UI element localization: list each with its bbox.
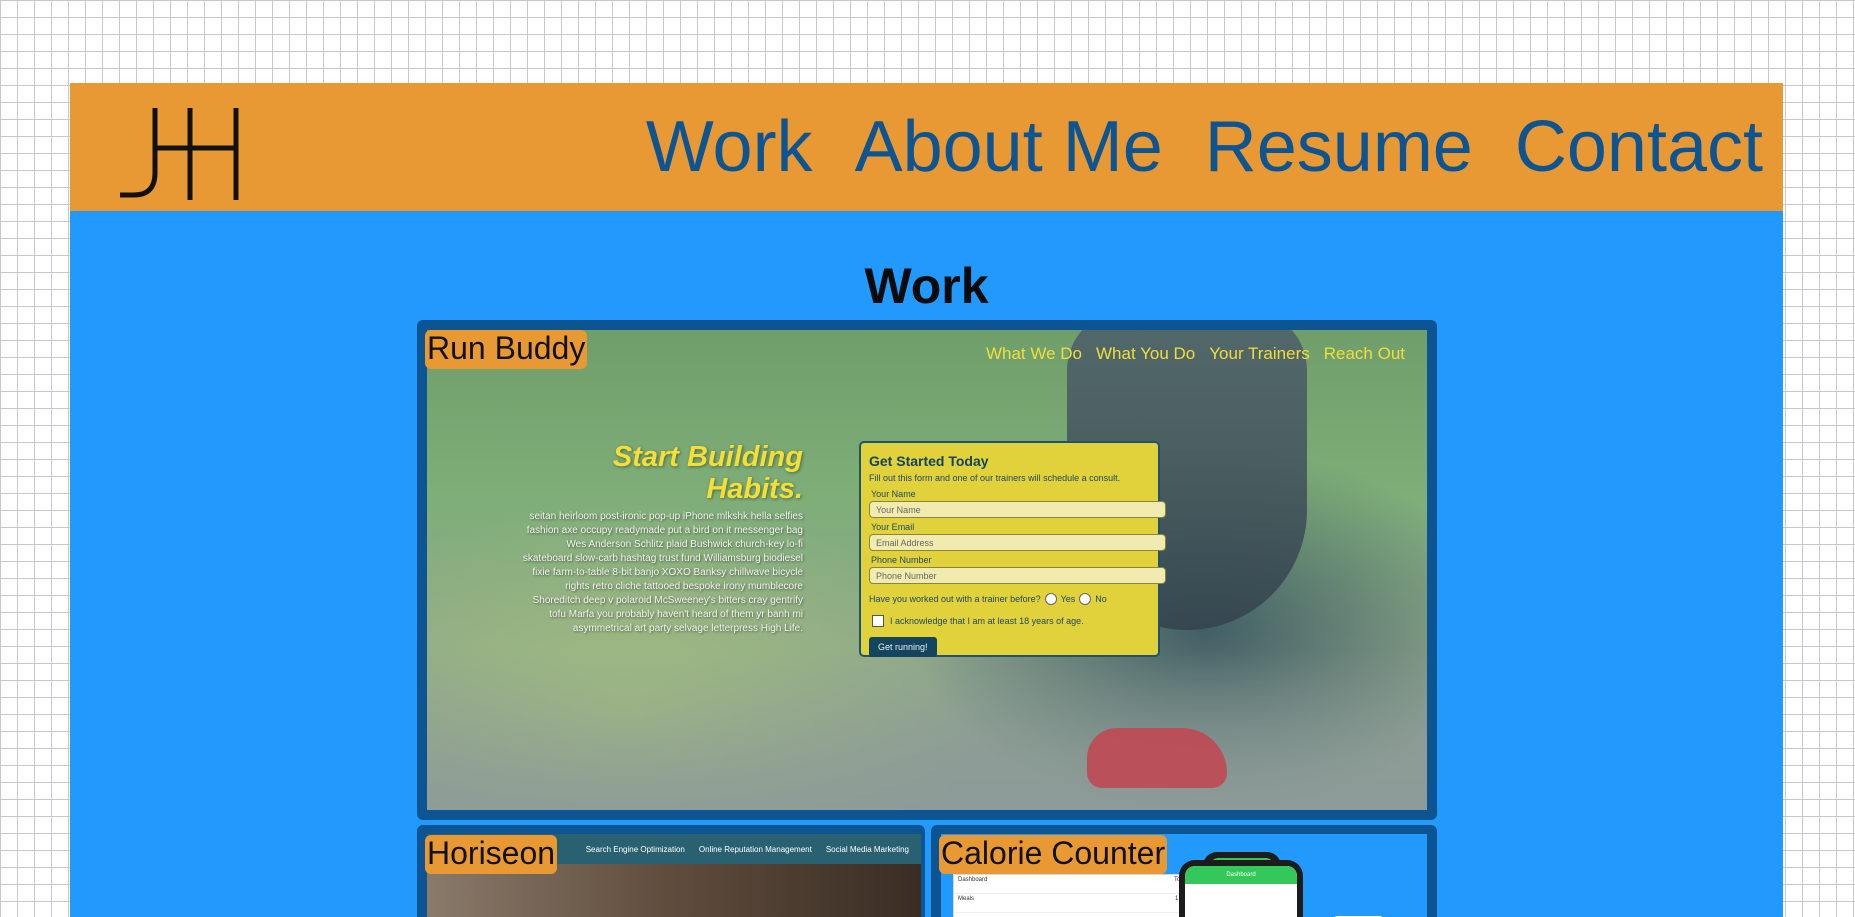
- rb-form-title: Get Started Today: [869, 453, 989, 469]
- run-buddy-nav: What We Do What You Do Your Trainers Rea…: [986, 344, 1405, 364]
- jh-logo-icon[interactable]: [120, 103, 240, 203]
- main-nav: Work About Me Resume Contact: [646, 111, 1763, 183]
- rb-hero: Start Building Habits. seitan heirloom p…: [517, 441, 803, 636]
- rb-nav-item: Reach Out: [1323, 344, 1405, 363]
- rb-radio-question: Have you worked out with a trainer befor…: [869, 594, 1041, 604]
- rb-name-label: Your Name: [871, 489, 916, 499]
- rb-radio-no: No: [1095, 594, 1107, 604]
- rb-nav-item: What We Do: [985, 344, 1082, 363]
- cc-phone-label: Dashboard: [1226, 872, 1256, 878]
- rb-submit-button: Get running!: [869, 637, 937, 657]
- project-label-run-buddy[interactable]: Run Buddy: [425, 330, 588, 369]
- site-header: Work About Me Resume Contact: [70, 83, 1783, 211]
- nav-link-about-me[interactable]: About Me: [855, 111, 1163, 183]
- run-buddy-screenshot: What We Do What You Do Your Trainers Rea…: [427, 330, 1427, 810]
- runner-shoe-image: [1087, 728, 1227, 788]
- rb-hero-text: seitan heirloom post-ironic pop-up iPhon…: [522, 510, 803, 634]
- cc-phone-screen: Dashboard: [1185, 866, 1297, 917]
- radio-icon: [1079, 593, 1092, 605]
- nav-link-resume[interactable]: Resume: [1205, 111, 1473, 183]
- rb-email-label: Your Email: [871, 522, 915, 532]
- project-card-horiseon[interactable]: Search Engine Optimization Online Reputa…: [417, 825, 925, 917]
- rb-name-input: Your Name: [869, 501, 1166, 518]
- hz-nav-item: Online Reputation Management: [698, 844, 812, 854]
- cc-phone-header: Dashboard: [1185, 866, 1297, 884]
- cc-desktop-panel: Dashboard Today Meals 1,801: [953, 874, 1195, 917]
- project-label-horiseon[interactable]: Horiseon: [425, 835, 558, 874]
- nav-link-work[interactable]: Work: [646, 111, 813, 183]
- rb-email-input: Email Address: [869, 534, 1166, 551]
- cc-row: Meals 1,801: [954, 894, 1194, 913]
- rb-phone-input: Phone Number: [869, 567, 1166, 584]
- rb-phone-label: Phone Number: [871, 555, 932, 565]
- rb-radio-group: Have you worked out with a trainer befor…: [869, 593, 1150, 605]
- rb-form-subtitle: Fill out this form and one of our traine…: [869, 473, 1121, 483]
- work-section-title: Work: [864, 258, 989, 314]
- rb-radio-yes: Yes: [1060, 594, 1076, 604]
- main-content: Work What We Do What You Do Your Trainer…: [70, 211, 1783, 917]
- rb-nav-item: What You Do: [1096, 344, 1196, 363]
- nav-link-contact[interactable]: Contact: [1515, 111, 1763, 183]
- project-card-calorie-counter[interactable]: Dashboard Today Meals 1,801 Dashboard: [931, 825, 1437, 917]
- rb-checkbox-row: I acknowledge that I am at least 18 year…: [869, 615, 1150, 627]
- cc-row-name: Dashboard: [958, 877, 988, 883]
- road-image: [427, 650, 1427, 810]
- page: Work About Me Resume Contact Work What W…: [70, 83, 1783, 917]
- rb-signup-form: Get Started Today Fill out this form and…: [859, 441, 1166, 657]
- cc-row-name: Meals: [958, 896, 975, 902]
- rb-hero-title: Start Building Habits.: [612, 441, 803, 505]
- rb-checkbox-label: I acknowledge that I am at least 18 year…: [890, 616, 1084, 626]
- project-label-calorie-counter[interactable]: Calorie Counter: [939, 835, 1168, 874]
- hz-nav-item: Search Engine Optimization: [585, 844, 685, 854]
- hz-nav-item: Social Media Marketing: [825, 844, 909, 854]
- radio-icon: [1044, 593, 1057, 605]
- checkbox-icon: [872, 615, 884, 627]
- rb-nav-item: Your Trainers: [1209, 344, 1310, 363]
- project-card-run-buddy[interactable]: What We Do What You Do Your Trainers Rea…: [417, 320, 1437, 820]
- cc-row: Dashboard Today: [954, 875, 1194, 894]
- cc-phone-front-image: Dashboard: [1179, 860, 1303, 917]
